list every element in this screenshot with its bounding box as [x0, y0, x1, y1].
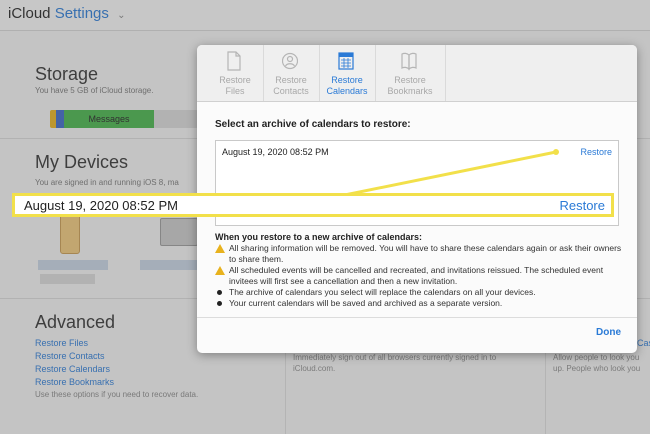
- callout-connector-line: [319, 149, 559, 202]
- callout-restore-link[interactable]: Restore: [559, 198, 605, 213]
- zoomed-archive-callout: August 19, 2020 08:52 PM Restore: [12, 193, 614, 217]
- callout-archive-date: August 19, 2020 08:52 PM: [24, 198, 178, 213]
